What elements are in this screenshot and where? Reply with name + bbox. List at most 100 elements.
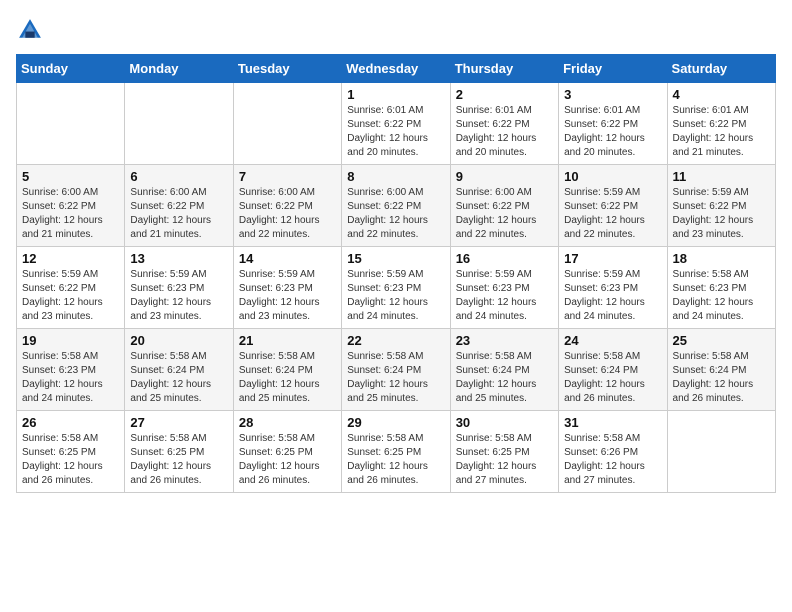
day-info: Sunrise: 5:58 AM Sunset: 6:25 PM Dayligh…: [239, 432, 336, 488]
day-info: Sunrise: 5:59 AM Sunset: 6:22 PM Dayligh…: [564, 186, 661, 242]
day-info: Sunrise: 5:59 AM Sunset: 6:23 PM Dayligh…: [347, 268, 444, 324]
calendar-cell: 31 Sunrise: 5:58 AM Sunset: 6:26 PM Dayli…: [559, 411, 667, 493]
day-number: 29: [347, 415, 444, 430]
calendar-cell: 27 Sunrise: 5:58 AM Sunset: 6:25 PM Dayli…: [125, 411, 233, 493]
calendar-cell: 7 Sunrise: 6:00 AM Sunset: 6:22 PM Daylig…: [233, 165, 341, 247]
calendar-cell: 2 Sunrise: 6:01 AM Sunset: 6:22 PM Daylig…: [450, 83, 558, 165]
calendar-cell: 21 Sunrise: 5:58 AM Sunset: 6:24 PM Dayli…: [233, 329, 341, 411]
day-number: 30: [456, 415, 553, 430]
day-number: 27: [130, 415, 227, 430]
day-info: Sunrise: 5:58 AM Sunset: 6:24 PM Dayligh…: [130, 350, 227, 406]
day-info: Sunrise: 5:58 AM Sunset: 6:25 PM Dayligh…: [347, 432, 444, 488]
calendar-cell: 26 Sunrise: 5:58 AM Sunset: 6:25 PM Dayli…: [17, 411, 125, 493]
day-info: Sunrise: 5:58 AM Sunset: 6:24 PM Dayligh…: [456, 350, 553, 406]
calendar-cell: 12 Sunrise: 5:59 AM Sunset: 6:22 PM Dayli…: [17, 247, 125, 329]
calendar-cell: 25Sunrise: 5:58 AM Sunset: 6:24 PM Dayli…: [667, 329, 775, 411]
day-info: Sunrise: 5:59 AM Sunset: 6:23 PM Dayligh…: [239, 268, 336, 324]
day-info: Sunrise: 6:01 AM Sunset: 6:22 PM Dayligh…: [456, 104, 553, 160]
day-number: 12: [22, 251, 119, 266]
day-info: Sunrise: 5:59 AM Sunset: 6:22 PM Dayligh…: [22, 268, 119, 324]
calendar-cell: [667, 411, 775, 493]
calendar-cell: 1 Sunrise: 6:01 AM Sunset: 6:22 PM Daylig…: [342, 83, 450, 165]
day-number: 4: [673, 87, 770, 102]
day-number: 5: [22, 169, 119, 184]
day-number: 31: [564, 415, 661, 430]
weekday-header-row: SundayMondayTuesdayWednesdayThursdayFrid…: [17, 55, 776, 83]
day-number: 28: [239, 415, 336, 430]
day-info: Sunrise: 6:01 AM Sunset: 6:22 PM Dayligh…: [564, 104, 661, 160]
day-info: Sunrise: 5:58 AM Sunset: 6:23 PM Dayligh…: [673, 268, 770, 324]
day-number: 19: [22, 333, 119, 348]
calendar-cell: 4Sunrise: 6:01 AM Sunset: 6:22 PM Daylig…: [667, 83, 775, 165]
day-number: 3: [564, 87, 661, 102]
calendar-cell: 5 Sunrise: 6:00 AM Sunset: 6:22 PM Daylig…: [17, 165, 125, 247]
weekday-header: Sunday: [17, 55, 125, 83]
calendar-week-row: 1 Sunrise: 6:01 AM Sunset: 6:22 PM Daylig…: [17, 83, 776, 165]
day-number: 18: [673, 251, 770, 266]
calendar-cell: 24Sunrise: 5:58 AM Sunset: 6:24 PM Dayli…: [559, 329, 667, 411]
weekday-header: Tuesday: [233, 55, 341, 83]
day-number: 22: [347, 333, 444, 348]
calendar-cell: [233, 83, 341, 165]
day-info: Sunrise: 5:58 AM Sunset: 6:24 PM Dayligh…: [239, 350, 336, 406]
day-info: Sunrise: 6:00 AM Sunset: 6:22 PM Dayligh…: [239, 186, 336, 242]
calendar-cell: 11Sunrise: 5:59 AM Sunset: 6:22 PM Dayli…: [667, 165, 775, 247]
calendar-cell: [17, 83, 125, 165]
calendar-week-row: 12 Sunrise: 5:59 AM Sunset: 6:22 PM Dayli…: [17, 247, 776, 329]
calendar-cell: 20Sunrise: 5:58 AM Sunset: 6:24 PM Dayli…: [125, 329, 233, 411]
calendar-cell: 10 Sunrise: 5:59 AM Sunset: 6:22 PM Dayli…: [559, 165, 667, 247]
day-info: Sunrise: 5:58 AM Sunset: 6:24 PM Dayligh…: [673, 350, 770, 406]
day-info: Sunrise: 6:00 AM Sunset: 6:22 PM Dayligh…: [456, 186, 553, 242]
calendar-cell: 19Sunrise: 5:58 AM Sunset: 6:23 PM Dayli…: [17, 329, 125, 411]
day-info: Sunrise: 5:58 AM Sunset: 6:25 PM Dayligh…: [456, 432, 553, 488]
day-number: 23: [456, 333, 553, 348]
weekday-header: Monday: [125, 55, 233, 83]
calendar-week-row: 19Sunrise: 5:58 AM Sunset: 6:23 PM Dayli…: [17, 329, 776, 411]
weekday-header: Friday: [559, 55, 667, 83]
page-header: [16, 16, 776, 44]
day-number: 1: [347, 87, 444, 102]
day-info: Sunrise: 5:58 AM Sunset: 6:25 PM Dayligh…: [22, 432, 119, 488]
calendar-cell: 8 Sunrise: 6:00 AM Sunset: 6:22 PM Daylig…: [342, 165, 450, 247]
calendar: SundayMondayTuesdayWednesdayThursdayFrid…: [16, 54, 776, 493]
day-info: Sunrise: 5:58 AM Sunset: 6:24 PM Dayligh…: [347, 350, 444, 406]
day-info: Sunrise: 5:59 AM Sunset: 6:23 PM Dayligh…: [564, 268, 661, 324]
calendar-cell: 9 Sunrise: 6:00 AM Sunset: 6:22 PM Daylig…: [450, 165, 558, 247]
calendar-cell: 13 Sunrise: 5:59 AM Sunset: 6:23 PM Dayli…: [125, 247, 233, 329]
calendar-cell: 15 Sunrise: 5:59 AM Sunset: 6:23 PM Dayli…: [342, 247, 450, 329]
day-number: 6: [130, 169, 227, 184]
calendar-week-row: 26 Sunrise: 5:58 AM Sunset: 6:25 PM Dayli…: [17, 411, 776, 493]
day-number: 14: [239, 251, 336, 266]
calendar-cell: 22 Sunrise: 5:58 AM Sunset: 6:24 PM Dayli…: [342, 329, 450, 411]
day-number: 17: [564, 251, 661, 266]
day-number: 26: [22, 415, 119, 430]
day-info: Sunrise: 5:58 AM Sunset: 6:25 PM Dayligh…: [130, 432, 227, 488]
calendar-cell: [125, 83, 233, 165]
calendar-cell: 17 Sunrise: 5:59 AM Sunset: 6:23 PM Dayli…: [559, 247, 667, 329]
logo-icon: [16, 16, 44, 44]
day-info: Sunrise: 6:00 AM Sunset: 6:22 PM Dayligh…: [22, 186, 119, 242]
weekday-header: Saturday: [667, 55, 775, 83]
day-info: Sunrise: 6:00 AM Sunset: 6:22 PM Dayligh…: [347, 186, 444, 242]
day-number: 15: [347, 251, 444, 266]
calendar-cell: 6Sunrise: 6:00 AM Sunset: 6:22 PM Daylig…: [125, 165, 233, 247]
weekday-header: Thursday: [450, 55, 558, 83]
day-number: 8: [347, 169, 444, 184]
day-number: 13: [130, 251, 227, 266]
day-number: 7: [239, 169, 336, 184]
weekday-header: Wednesday: [342, 55, 450, 83]
logo: [16, 16, 46, 44]
day-info: Sunrise: 5:58 AM Sunset: 6:26 PM Dayligh…: [564, 432, 661, 488]
calendar-cell: 18 Sunrise: 5:58 AM Sunset: 6:23 PM Dayli…: [667, 247, 775, 329]
calendar-cell: 3 Sunrise: 6:01 AM Sunset: 6:22 PM Daylig…: [559, 83, 667, 165]
calendar-cell: 14 Sunrise: 5:59 AM Sunset: 6:23 PM Dayli…: [233, 247, 341, 329]
day-number: 10: [564, 169, 661, 184]
calendar-cell: 16Sunrise: 5:59 AM Sunset: 6:23 PM Dayli…: [450, 247, 558, 329]
calendar-cell: 29 Sunrise: 5:58 AM Sunset: 6:25 PM Dayli…: [342, 411, 450, 493]
day-number: 21: [239, 333, 336, 348]
day-info: Sunrise: 5:59 AM Sunset: 6:23 PM Dayligh…: [130, 268, 227, 324]
day-number: 9: [456, 169, 553, 184]
day-info: Sunrise: 6:01 AM Sunset: 6:22 PM Dayligh…: [347, 104, 444, 160]
day-number: 2: [456, 87, 553, 102]
calendar-week-row: 5 Sunrise: 6:00 AM Sunset: 6:22 PM Daylig…: [17, 165, 776, 247]
